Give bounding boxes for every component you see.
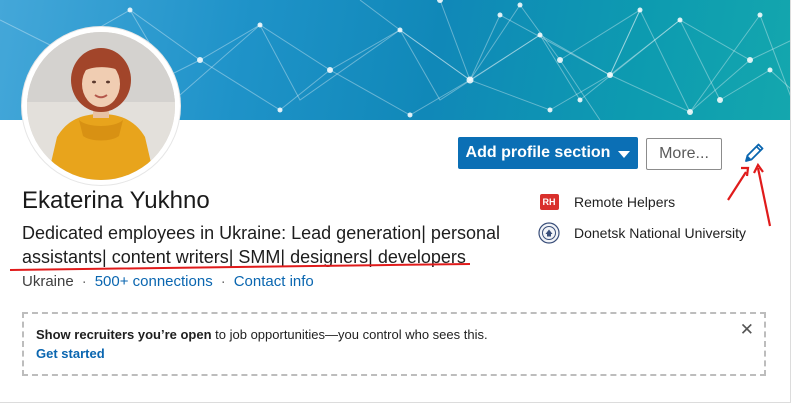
avatar-photo: [27, 32, 175, 180]
open-to-work-text-bold: Show recruiters you’re open: [36, 327, 212, 342]
connections-link[interactable]: 500+ connections: [95, 273, 213, 290]
open-to-work-text: Show recruiters you’re open to job oppor…: [36, 327, 488, 342]
contact-info-link[interactable]: Contact info: [234, 273, 314, 290]
company-logo-icon: RH: [538, 191, 560, 213]
close-icon[interactable]: ✕: [740, 320, 754, 340]
open-to-work-text-rest: to job opportunities—you control who see…: [211, 327, 488, 342]
profile-card: Add profile section More... Ekaterina Yu…: [0, 0, 791, 403]
company-logo-text: RH: [539, 194, 559, 210]
caret-down-icon: [618, 150, 631, 158]
education-school[interactable]: Donetsk National University: [538, 222, 746, 244]
arrow-marker: [727, 166, 750, 201]
add-profile-section-button[interactable]: Add profile section: [458, 137, 638, 169]
profile-headline: Dedicated employees in Ukraine: Lead gen…: [22, 223, 500, 267]
more-label: More...: [659, 145, 709, 162]
university-seal-icon: [538, 222, 560, 244]
profile-meta: Ukraine · 500+ connections · Contact inf…: [22, 273, 314, 290]
arrow-marker: [753, 162, 772, 227]
get-started-link[interactable]: Get started: [36, 346, 105, 361]
company-name: Remote Helpers: [574, 194, 676, 210]
profile-location: Ukraine: [22, 273, 74, 290]
meta-separator: ·: [220, 273, 226, 290]
add-profile-section-label: Add profile section: [465, 144, 611, 161]
more-button[interactable]: More...: [646, 138, 722, 170]
open-to-work-banner: Show recruiters you’re open to job oppor…: [22, 312, 766, 376]
current-company[interactable]: RH Remote Helpers: [538, 191, 675, 213]
meta-separator: ·: [81, 273, 87, 290]
profile-name: Ekaterina Yukhno: [22, 187, 210, 214]
pencil-icon[interactable]: [741, 140, 767, 166]
school-name: Donetsk National University: [574, 225, 746, 241]
profile-avatar[interactable]: [22, 27, 180, 185]
